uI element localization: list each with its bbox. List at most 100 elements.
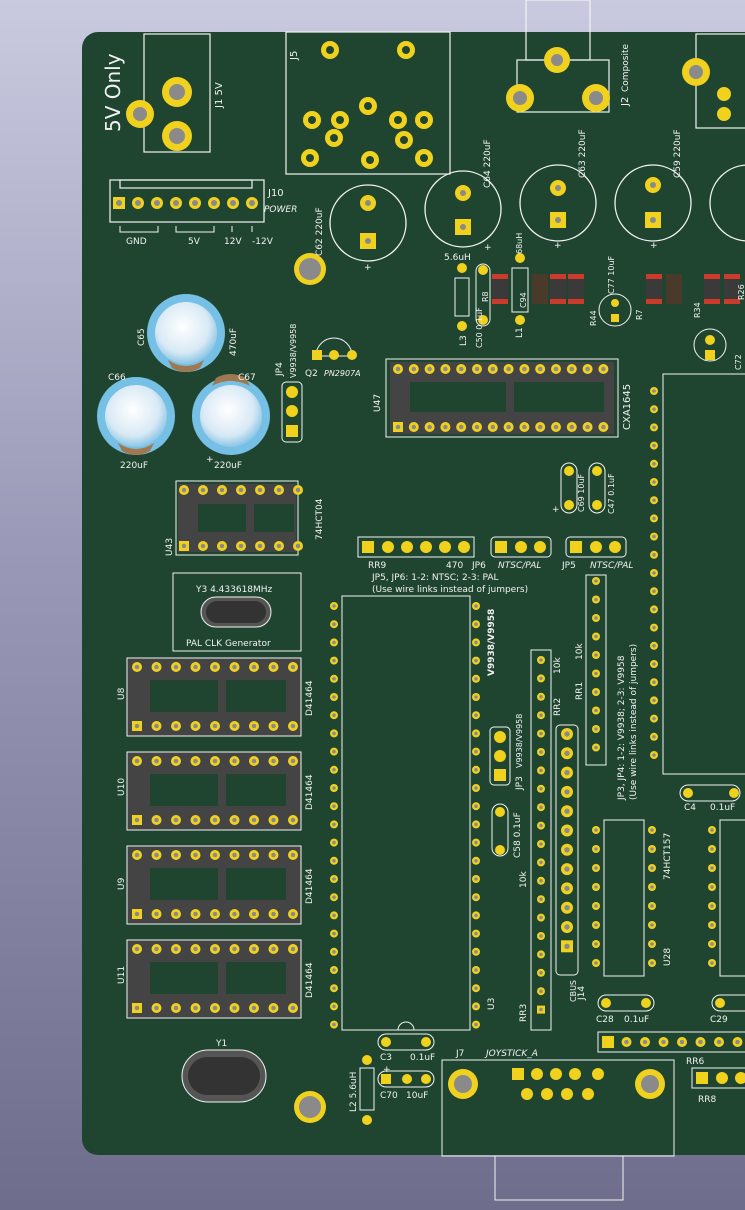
label-c67-value: 220uF [214, 461, 242, 471]
pad-hole [154, 723, 159, 729]
pad-hole [539, 658, 543, 662]
pad-hole [553, 424, 559, 430]
pad-hole [539, 934, 543, 938]
pad-hole [332, 695, 336, 699]
label-y3: Y3 4.433618MHz [195, 585, 273, 595]
pad-hole [474, 804, 478, 808]
j7-joystick-connector [441, 1059, 675, 1201]
pad-hole [710, 885, 714, 889]
pad-hole [539, 879, 543, 883]
label-u9: U9 [117, 877, 127, 890]
label-cbus: CBUS [569, 980, 578, 1002]
pad-hole [652, 698, 656, 703]
pad-hole [539, 823, 543, 828]
pad-hole [332, 677, 336, 681]
pad-hole [154, 946, 159, 952]
pad-hole [710, 961, 714, 965]
pad-hole [564, 769, 570, 776]
pad-hole [173, 911, 179, 917]
label-5v: 5V [188, 237, 201, 247]
label-jp3-value: V9938/V9958 [515, 714, 524, 768]
pad-hole [134, 1005, 140, 1011]
pad-hole [585, 366, 590, 372]
pad-hole [332, 931, 336, 936]
label-pal-clk: PAL CLK Generator [186, 639, 271, 649]
label-l1: L1 [515, 327, 525, 338]
pad-hole [564, 789, 570, 795]
pad-hole [661, 1039, 666, 1045]
label-jp4-value: V9938/V9958 [289, 324, 298, 378]
pad-hole [553, 366, 559, 372]
pad-hole [474, 931, 478, 936]
pad-hole [594, 579, 598, 583]
pad-hole [332, 1022, 336, 1027]
pad-hole [474, 677, 478, 681]
plus-c70: + [383, 1065, 391, 1075]
pad-hole [474, 913, 478, 918]
pad-hole [594, 904, 598, 908]
label-c59: C59 220uF [673, 129, 683, 178]
pad-hole [290, 1005, 296, 1011]
pad-hole [537, 366, 543, 372]
label-c3: C3 [380, 1053, 392, 1063]
label-jp3-note-1: JP3, JP4: 1-2: V9938; 2-3: V9958 [617, 655, 627, 801]
pad-hole [652, 571, 656, 575]
q2-transistor [312, 337, 357, 360]
pad-hole [271, 817, 276, 823]
label-u47: U47 [373, 394, 383, 412]
pad-hole [650, 847, 654, 851]
pad-hole [251, 946, 257, 952]
pad-hole [652, 625, 656, 630]
pad-hole [474, 895, 478, 899]
pad-hole [650, 866, 654, 870]
pad-hole [652, 644, 656, 648]
pad-hole [564, 943, 570, 949]
connector-j1 [143, 0, 745, 175]
pad-hole [474, 366, 480, 372]
pad-hole [474, 986, 478, 990]
label-rr3-value: 10k [519, 871, 529, 888]
pad-hole [290, 664, 296, 670]
pad-hole [232, 758, 237, 764]
j1-pads [126, 77, 192, 151]
dram-socket-window [226, 962, 286, 994]
pad-hole [134, 817, 140, 823]
pad-hole [332, 604, 336, 608]
pad-hole [173, 1005, 179, 1011]
plus-c63: + [554, 241, 562, 251]
label-jp4: JP4 [275, 362, 285, 377]
pad-hole [594, 708, 598, 713]
pad-hole [564, 866, 570, 872]
pad-hole [539, 842, 543, 846]
pad-hole [710, 904, 714, 908]
pad-hole [522, 366, 527, 372]
pad-hole [332, 804, 336, 808]
pad-hole [154, 758, 159, 764]
label-power: POWER [264, 205, 297, 215]
label-u11: U11 [117, 966, 127, 984]
pad-hole [474, 713, 478, 717]
pad-hole [539, 750, 543, 754]
electrolytic-caps [329, 164, 745, 262]
pad-hole [232, 946, 237, 952]
pad-hole [564, 924, 570, 930]
pad-hole [332, 1004, 336, 1009]
pad-hole [232, 664, 237, 670]
pad-hole [251, 817, 257, 823]
pad-hole [490, 366, 496, 372]
pad-hole [212, 723, 218, 729]
pad-hole [271, 946, 276, 952]
pad-hole [411, 424, 417, 430]
pad-hole [474, 695, 478, 699]
label-12v: 12V [224, 237, 242, 247]
pad-hole [652, 753, 656, 757]
pad-hole [474, 968, 478, 972]
label-c66: C66 [108, 373, 126, 383]
pad-hole [652, 735, 656, 739]
pad-hole [443, 366, 448, 372]
label-c70-value: 10uF [406, 1091, 428, 1101]
pad-hole [332, 968, 336, 972]
pad-hole [698, 1039, 703, 1045]
dram-socket-window [226, 680, 286, 712]
pad-hole [332, 895, 336, 899]
